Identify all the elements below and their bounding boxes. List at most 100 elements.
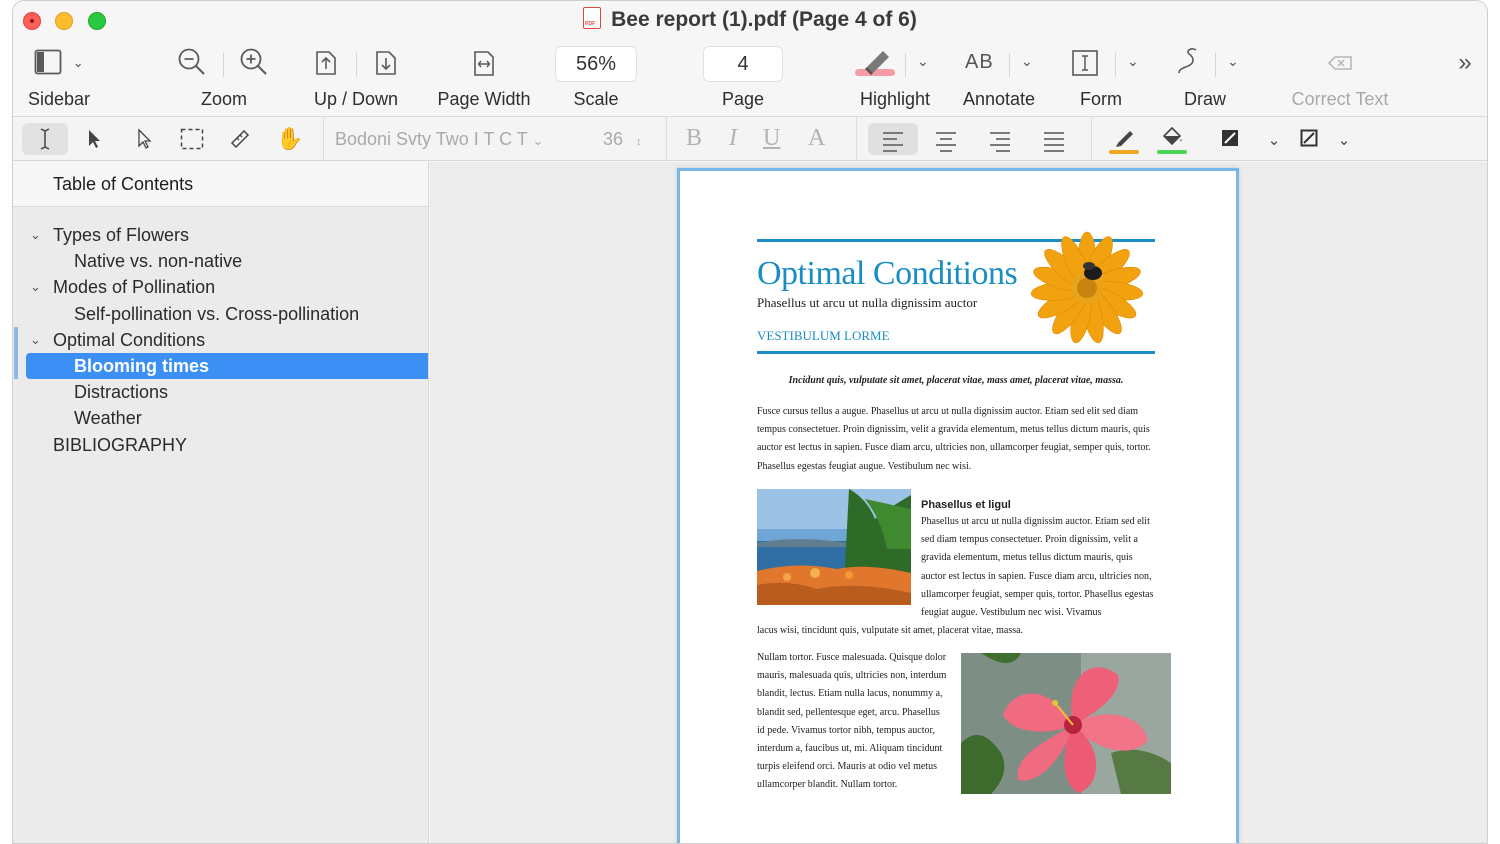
document-view[interactable]: Optimal Conditions Phasellus ut arcu ut … (430, 162, 1488, 844)
toc-item-label: Native vs. non-native (74, 248, 242, 274)
slash-box-outline-icon (1300, 129, 1318, 147)
pdf-page[interactable]: Optimal Conditions Phasellus ut arcu ut … (677, 168, 1239, 844)
hand-tool[interactable]: ✋ (275, 123, 305, 155)
italic-button[interactable]: I (729, 125, 737, 152)
toc-item-blooming-times[interactable]: Blooming times (26, 353, 428, 379)
form-label: Form (1080, 89, 1122, 110)
page-number-field[interactable]: 4 (703, 46, 783, 82)
toc-item-self-vs-cross-pollination[interactable]: Self-pollination vs. Cross-pollination (13, 301, 428, 327)
correct-text-label: Correct Text (1292, 89, 1389, 110)
page-kicker: VESTIBULUM LORME (757, 328, 890, 344)
align-center-button[interactable] (921, 123, 971, 155)
toc-item-native-vs-non-native[interactable]: Native vs. non-native (13, 248, 428, 274)
page-subtitle: Phasellus ut arcu ut nulla dignissim auc… (757, 295, 977, 311)
chevron-down-icon: ⌄ (1268, 132, 1281, 149)
align-right-button[interactable] (975, 123, 1025, 155)
pdf-document-icon (583, 7, 601, 29)
toc-item-modes-of-pollination[interactable]: ⌄ Modes of Pollination (13, 274, 428, 300)
toolbar-separator (856, 117, 857, 161)
scale-field[interactable]: 56% (555, 46, 637, 82)
border-color-button[interactable] (1107, 123, 1141, 155)
paragraph-section-continued: lacus wisi, tincidunt quis, vulputate si… (757, 622, 1157, 640)
fill-color-button[interactable] (1155, 123, 1189, 155)
paint-bucket-icon (1159, 125, 1185, 149)
disclosure-chevron-down-icon[interactable]: ⌄ (30, 274, 41, 300)
chevron-down-icon[interactable]: ⌄ (917, 53, 929, 70)
form-field-icon (1071, 48, 1099, 78)
shape-style-dropdown[interactable]: ⌄ (1335, 123, 1353, 155)
toc-item-label: Blooming times (74, 353, 209, 379)
font-size-stepper[interactable]: 36 ↕ (603, 129, 642, 150)
paragraph-closing: Nullam tortor. Fusce malesuada. Quisque … (757, 649, 949, 795)
pull-quote: Incidunt quis, vulputate sit amet, place… (757, 375, 1155, 386)
toolbar-separator (1009, 53, 1010, 77)
toolbar-separator (905, 53, 906, 77)
justify-button[interactable] (1029, 123, 1079, 155)
paragraph-section: Phasellus ut arcu ut nulla dignissim auc… (921, 513, 1157, 622)
toc-item-types-of-flowers[interactable]: ⌄ Types of Flowers (13, 222, 428, 248)
text-color-button[interactable] (1217, 123, 1243, 155)
toc-item-label: Weather (74, 405, 142, 431)
header-rule (757, 351, 1155, 354)
select-object-tool[interactable] (129, 123, 159, 155)
toolbar-separator (1115, 53, 1116, 77)
align-left-icon (883, 132, 903, 156)
correct-text-button[interactable]: Correct Text (1325, 43, 1355, 83)
highlighter-icon (853, 45, 897, 79)
disclosure-chevron-down-icon[interactable]: ⌄ (30, 327, 41, 353)
text-color-dropdown[interactable]: ⌄ (1265, 123, 1283, 155)
underline-button[interactable]: U (763, 125, 780, 152)
justify-icon (1044, 132, 1064, 156)
ruler-pencil-icon (228, 127, 252, 151)
toc-item-label: Types of Flowers (53, 222, 189, 248)
zoom-in-icon[interactable] (239, 47, 269, 77)
text-cursor-icon (38, 127, 52, 151)
pen-icon (1112, 125, 1136, 149)
toc-item-distractions[interactable]: Distractions (13, 379, 428, 405)
toc-item-optimal-conditions[interactable]: ⌄ Optimal Conditions (13, 327, 428, 353)
sketch-tool[interactable] (225, 123, 255, 155)
sidebar-icon (34, 49, 62, 75)
draw-label: Draw (1184, 89, 1226, 110)
up-down-arrows-icon: ↕ (636, 136, 642, 148)
toolbar-separator (1091, 117, 1092, 161)
flower-bee-image (1028, 229, 1146, 347)
arrow-outline-icon (136, 128, 152, 150)
toolbar: Bee report (1).pdf (Page 4 of 6) ⌄ Sideb… (13, 1, 1487, 117)
page-width-button[interactable]: Page Width (469, 43, 499, 83)
window-title: Bee report (1).pdf (Page 4 of 6) (13, 7, 1487, 32)
zoom-out-icon[interactable] (177, 47, 207, 77)
font-size-value: 36 (603, 129, 623, 149)
chevron-down-icon: ⌄ (73, 55, 84, 71)
chevron-down-icon: ⌄ (1338, 132, 1351, 149)
text-selection-tool[interactable] (22, 123, 68, 155)
toolbar-overflow-button[interactable]: » (1453, 43, 1477, 83)
toolbar-separator (356, 53, 357, 77)
toolbar-separator (323, 117, 324, 161)
toc-item-weather[interactable]: Weather (13, 405, 428, 431)
sidebar-button[interactable]: ⌄ Sidebar (27, 43, 91, 80)
pointer-tool[interactable] (79, 123, 109, 155)
chevron-down-icon[interactable]: ⌄ (1127, 53, 1139, 70)
chevron-down-icon[interactable]: ⌄ (1021, 53, 1033, 70)
align-left-button[interactable] (868, 123, 918, 155)
zoom-label: Zoom (201, 89, 247, 110)
sidebar-header: Table of Contents (13, 162, 428, 207)
hand-icon: ✋ (276, 126, 303, 151)
page-up-icon[interactable] (314, 47, 338, 77)
chevron-down-icon[interactable]: ⌄ (1227, 53, 1239, 70)
bold-button[interactable]: B (686, 125, 702, 152)
font-family-select[interactable]: Bodoni Svty Two I T C T ⌄ (335, 129, 543, 150)
shape-style-button[interactable] (1296, 123, 1322, 155)
rectangular-selection-tool[interactable] (177, 123, 207, 155)
toc-item-bibliography[interactable]: BIBLIOGRAPHY (13, 432, 428, 458)
page-down-icon[interactable] (374, 47, 398, 77)
hibiscus-photo (961, 653, 1171, 794)
disclosure-chevron-down-icon[interactable]: ⌄ (30, 222, 41, 248)
arrow-cursor-icon (86, 128, 102, 150)
highlight-label: Highlight (860, 89, 930, 110)
font-family-value: Bodoni Svty Two I T C T (335, 129, 527, 149)
window-title-text: Bee report (1).pdf (Page 4 of 6) (611, 8, 917, 31)
outline-button[interactable]: A (808, 125, 825, 152)
chevron-down-icon: ⌄ (532, 133, 543, 148)
